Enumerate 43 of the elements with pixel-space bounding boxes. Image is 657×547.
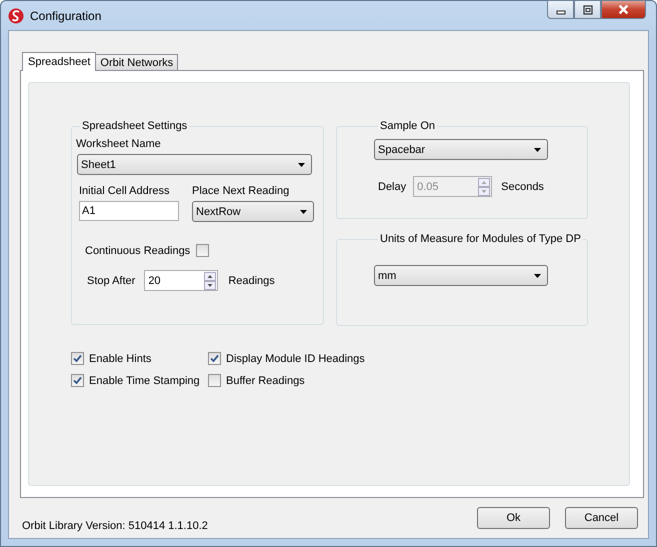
restore-icon [582,4,592,14]
field-label: Initial Cell Address [79,185,170,197]
app-logo-icon [8,8,24,24]
checkbox[interactable] [196,244,210,257]
caret-icon [534,148,541,152]
field-label: Delay [378,180,406,192]
field-label: Worksheet Name [76,138,162,150]
close-button[interactable] [601,0,646,19]
checkbox-label: Display Module ID Headings [226,352,365,364]
tab[interactable]: Orbit Networks [95,54,178,70]
field-label: Stop After [87,274,136,286]
caret-icon [298,162,305,166]
dropdown[interactable]: Spacebar [374,139,548,160]
checkbox[interactable] [71,352,84,365]
version-text: Orbit Library Version: 510414 1.1.10.2 [22,520,208,532]
caret-icon [300,210,307,214]
checkbox-label: Enable Hints [89,352,152,364]
unit-label: Seconds [501,180,544,192]
minimize-button[interactable] [547,0,574,19]
checkbox-label: Continuous Readings [85,244,190,256]
maximize-button[interactable] [574,0,601,19]
input-field[interactable]: A1 [79,201,179,221]
tab[interactable]: Spreadsheet [22,52,96,71]
caret-icon [534,274,541,278]
window-title: Configuration [30,9,102,23]
checkbox-label: Buffer Readings [226,374,305,386]
group-title: Sample On [379,120,436,132]
dropdown[interactable]: NextRow [192,201,314,222]
dropdown[interactable]: mm [374,265,548,286]
spin-buttons[interactable] [204,272,216,290]
field-label: Place Next Reading [192,185,290,197]
number-field[interactable]: 20 [144,270,218,291]
dialog-button[interactable]: Ok [477,507,550,529]
unit-label: Readings [228,274,275,286]
close-icon [618,4,629,15]
checkbox[interactable] [208,374,221,387]
checkbox[interactable] [208,352,221,365]
checkbox-label: Enable Time Stamping [89,374,200,386]
checkbox[interactable] [71,374,84,387]
dropdown[interactable]: Sheet1 [77,154,312,175]
group-title: Units of Measure for Modules of Type DP [379,233,582,245]
dialog-button[interactable]: Cancel [565,507,638,529]
group-title: Spreadsheet Settings [81,120,188,132]
